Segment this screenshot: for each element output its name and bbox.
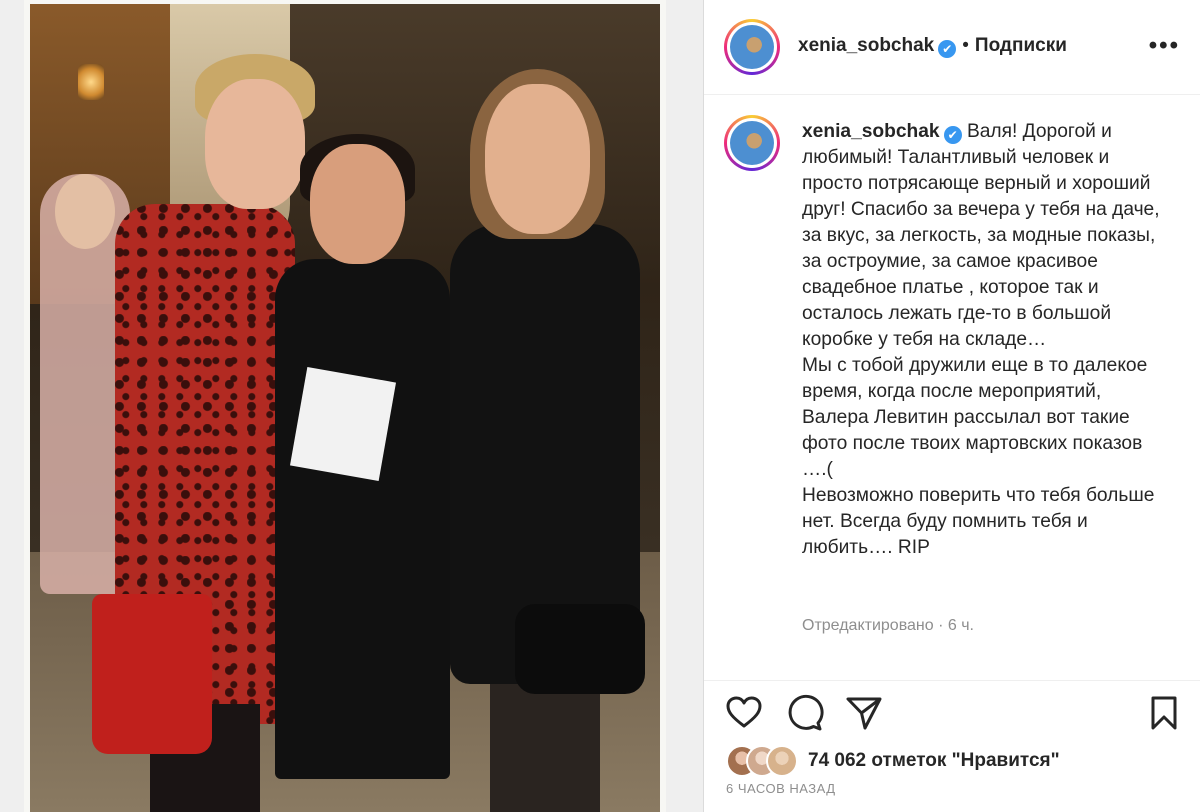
photo-paper xyxy=(290,366,396,482)
share-icon[interactable] xyxy=(844,693,884,733)
post-caption: xenia_sobchak ✔ Валя! Дорогой и любимый! … xyxy=(724,113,1180,653)
verified-badge-icon: ✔ xyxy=(938,40,957,58)
header-line: xenia_sobchak ✔ • Подписки xyxy=(798,35,1067,58)
photo-person-center-face xyxy=(310,144,405,264)
photo-person-right-legs xyxy=(490,674,600,812)
caption-username[interactable]: xenia_sobchak xyxy=(802,121,940,142)
photo-background-person-head xyxy=(55,174,115,249)
caption-avatar[interactable] xyxy=(724,115,780,171)
header-separator: • xyxy=(962,35,969,56)
photo-person-left-face xyxy=(205,79,305,209)
likes-count[interactable]: 74 062 отметок "Нравится" xyxy=(808,750,1060,772)
author-username[interactable]: xenia_sobchak xyxy=(798,35,934,56)
post-media[interactable] xyxy=(0,0,703,812)
caption-paragraph-3: Невозможно поверить что тебя больше нет.… xyxy=(802,485,1155,558)
caption-paragraph-2: Мы с тобой дружили еще в то далекое врем… xyxy=(802,355,1148,480)
verified-badge-icon: ✔ xyxy=(943,126,962,144)
heart-icon[interactable] xyxy=(724,693,764,733)
comment-icon[interactable] xyxy=(784,693,824,733)
photo-person-right-face xyxy=(485,84,590,234)
post-header: xenia_sobchak ✔ • Подписки ••• xyxy=(704,0,1200,95)
photo-black-bag xyxy=(515,604,645,694)
bookmark-icon[interactable] xyxy=(1144,693,1184,733)
caption-paragraph-1: Валя! Дорогой и любимый! Талантливый чел… xyxy=(802,121,1160,350)
more-options-icon[interactable]: ••• xyxy=(1149,34,1180,58)
post-sidebar: xenia_sobchak ✔ • Подписки ••• xenia_sobcha… xyxy=(704,0,1200,812)
author-avatar[interactable] xyxy=(724,19,780,75)
caption-meta: Отредактировано · 6 ч. xyxy=(802,617,974,634)
caption-text: xenia_sobchak ✔ Валя! Дорогой и любимый! … xyxy=(802,119,1162,561)
photo-lamp xyxy=(78,64,104,100)
photo-red-bag xyxy=(92,594,212,754)
avatar-image xyxy=(730,121,774,165)
avatar-image xyxy=(730,25,774,69)
post-time[interactable]: 6 ЧАСОВ НАЗАД xyxy=(726,781,836,796)
liker-avatar xyxy=(766,745,798,777)
photo-person-center-body xyxy=(275,259,450,779)
post-photo[interactable] xyxy=(30,4,660,812)
following-button[interactable]: Подписки xyxy=(975,35,1067,56)
likes-row[interactable]: 74 062 отметок "Нравится" xyxy=(726,745,1060,777)
post-actions: 74 062 отметок "Нравится" 6 ЧАСОВ НАЗАД xyxy=(704,680,1200,811)
